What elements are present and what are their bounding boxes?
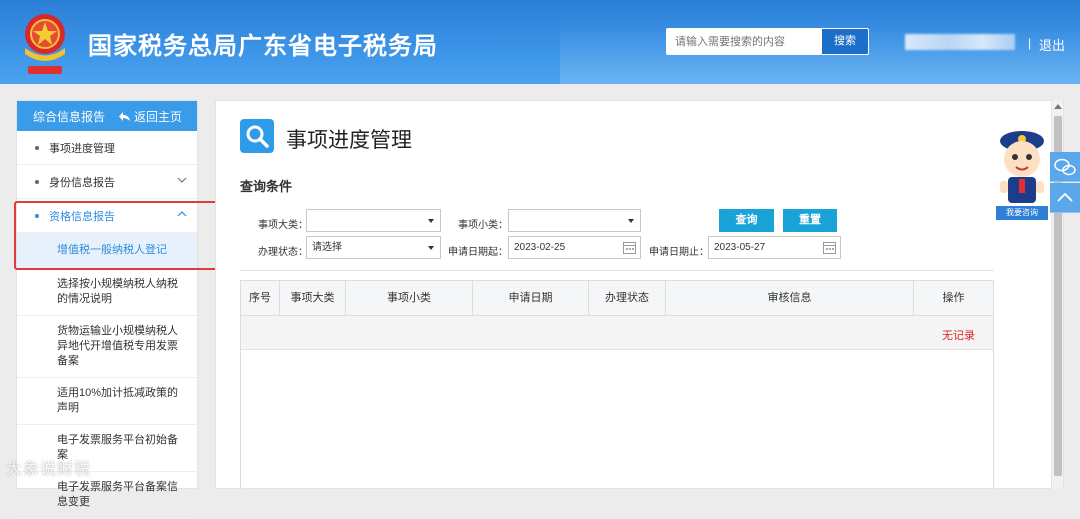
calendar-icon	[823, 242, 836, 254]
site-title: 国家税务总局广东省电子税务局	[88, 33, 438, 60]
subcategory-label: 事项小类：	[458, 220, 508, 231]
query-button[interactable]: 查询	[719, 209, 774, 232]
search-input[interactable]	[667, 29, 823, 54]
search-button[interactable]: 搜索	[822, 29, 868, 54]
column-header: 审核信息	[666, 281, 914, 316]
wechat-float-button[interactable]	[1050, 152, 1080, 182]
reset-button[interactable]: 重置	[783, 209, 837, 232]
top-header: 国家税务总局广东省电子税务局 搜索 | 退出	[0, 0, 1080, 84]
column-header: 申请日期	[473, 281, 589, 316]
column-header: 事项小类	[346, 281, 473, 316]
sidebar-header: 综合信息报告 返回主页	[17, 101, 197, 131]
column-header: 序号	[241, 281, 280, 316]
status-select[interactable]: 请选择	[306, 236, 441, 259]
results-table: 序号 事项大类 事项小类 申请日期 办理状态 审核信息 操作 无记录	[240, 280, 994, 490]
main-panel: 事项进度管理 查询条件 事项大类： 事项小类： 查询 重置 办理状态： 请选择 …	[215, 100, 1064, 490]
sidebar-item-label: 身份信息报告	[49, 176, 115, 189]
table-header: 序号 事项大类 事项小类 申请日期 办理状态 审核信息 操作	[241, 281, 993, 316]
sidebar-item-progress[interactable]: 事项进度管理	[17, 131, 197, 165]
subcategory-select[interactable]	[508, 209, 641, 232]
back-home-link[interactable]: 返回主页	[119, 108, 182, 125]
search-box: 搜索	[666, 28, 869, 55]
back-arrow-icon	[119, 111, 131, 121]
sidebar-item-label: 事项进度管理	[49, 142, 115, 155]
chevron-up-icon	[1057, 192, 1073, 202]
chevron-down-icon	[177, 177, 187, 183]
dropdown-caret-icon	[628, 219, 634, 223]
sidebar-subitem-freight-invoice[interactable]: 货物运输业小规模纳税人异地代开增值税专用发票备案	[17, 316, 197, 378]
empty-message: 无记录	[942, 330, 975, 342]
assistant-consult-button[interactable]: 我要咨询	[996, 206, 1048, 220]
dropdown-caret-icon	[428, 219, 434, 223]
sidebar-subitem-deduction-policy[interactable]: 适用10%加计抵减政策的声明	[17, 378, 197, 425]
back-to-top-button[interactable]	[1050, 183, 1080, 213]
sidebar-subitem-einvoice-change[interactable]: 电子发票服务平台备案信息变更	[17, 472, 197, 519]
sidebar-item-label: 资格信息报告	[49, 210, 115, 223]
date-from-input[interactable]: 2023-02-25	[508, 236, 641, 259]
watermark: 大象说财税	[6, 461, 92, 478]
date-to-value: 2023-05-27	[714, 242, 766, 253]
category-select[interactable]	[306, 209, 441, 232]
dropdown-caret-icon	[428, 246, 434, 250]
calendar-icon	[623, 242, 636, 254]
column-header: 操作	[942, 292, 965, 304]
sidebar-subitem-small-scale[interactable]: 选择按小规模纳税人纳税的情况说明	[17, 269, 197, 316]
bullet-icon	[35, 146, 39, 150]
sidebar-item-qualification[interactable]: 资格信息报告	[17, 199, 197, 233]
status-value: 请选择	[312, 242, 342, 253]
column-header: 办理状态	[589, 281, 666, 316]
sidebar-subitem-vat-registration[interactable]: 增值税一般纳税人登记	[17, 233, 197, 269]
bullet-icon	[35, 180, 39, 184]
column-header: 事项大类	[280, 281, 346, 316]
category-label: 事项大类：	[258, 220, 308, 231]
header-separator: |	[1028, 36, 1032, 50]
wechat-icon	[1054, 158, 1076, 176]
date-to-label: 申请日期止：	[649, 247, 709, 258]
date-to-input[interactable]: 2023-05-27	[708, 236, 841, 259]
scroll-up-arrow-icon[interactable]	[1054, 104, 1062, 109]
table-row: 无记录	[241, 316, 993, 350]
divider	[240, 270, 994, 271]
chevron-up-icon	[177, 211, 187, 217]
sidebar: 综合信息报告 返回主页 事项进度管理 身份信息报告 资格信息报告 增值税一般纳税…	[16, 100, 198, 519]
sidebar-title: 综合信息报告	[33, 109, 106, 124]
search-magnifier-icon	[240, 119, 274, 153]
back-home-label: 返回主页	[134, 109, 183, 124]
sidebar-item-identity[interactable]: 身份信息报告	[17, 165, 197, 199]
bullet-icon	[35, 214, 39, 218]
date-from-value: 2023-02-25	[514, 242, 566, 253]
tax-emblem-logo	[25, 14, 65, 74]
section-title: 查询条件	[240, 179, 293, 194]
status-label: 办理状态：	[258, 247, 308, 258]
user-name-blurred	[905, 34, 1015, 50]
logout-link[interactable]: 退出	[1039, 35, 1065, 54]
date-from-label: 申请日期起：	[448, 247, 508, 258]
page-title: 事项进度管理	[286, 129, 412, 152]
